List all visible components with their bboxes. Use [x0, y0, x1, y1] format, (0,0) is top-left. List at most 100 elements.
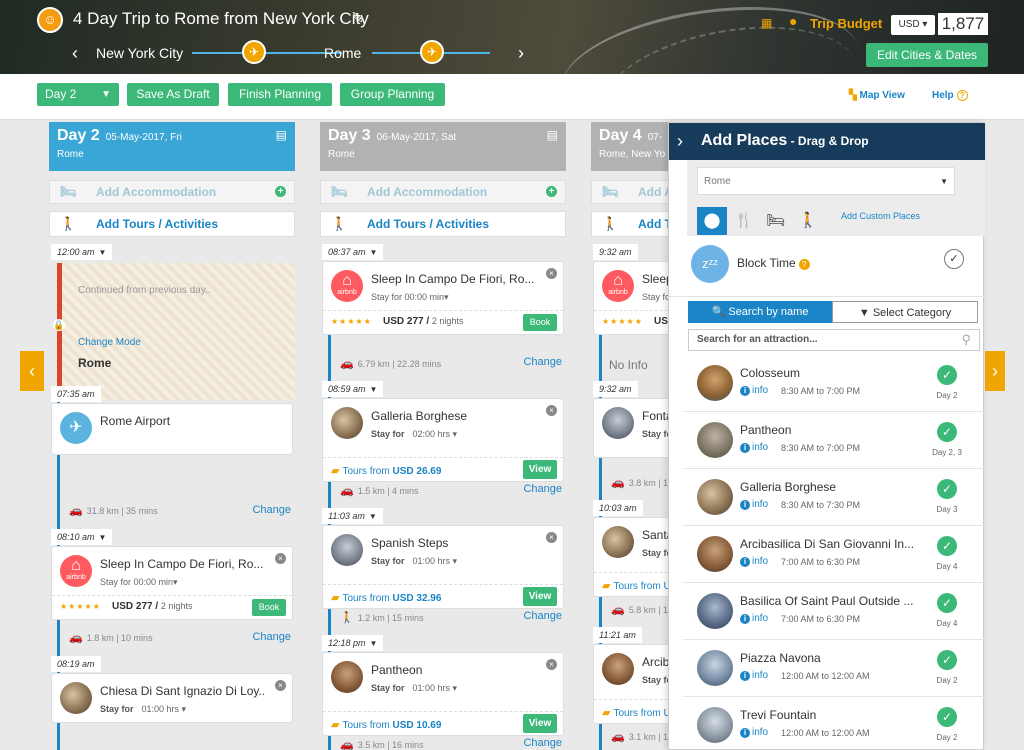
- time-tag[interactable]: 11:21 am: [593, 627, 642, 643]
- place-item[interactable]: Piazza Navona i info 12:00 AM to 12:00 AM…: [683, 640, 985, 697]
- place-item[interactable]: Galleria Borghese i info 8:30 AM to 7:30 …: [683, 469, 985, 526]
- tours-from-price[interactable]: ▰ Tours from U: [602, 579, 671, 592]
- close-icon[interactable]: ×: [546, 659, 557, 670]
- poi-card[interactable]: Galleria Borghese Stay for 02:00 hrs ▾ × …: [322, 398, 564, 482]
- tours-from-price[interactable]: ▰ Tours from USD 32.96: [331, 591, 441, 604]
- time-tag[interactable]: 08:37 am ▼: [322, 244, 384, 260]
- city-select[interactable]: Rome ▼: [697, 167, 955, 195]
- poi-card[interactable]: Chiesa Di Sant Ignazio Di Loy... Stay fo…: [51, 673, 293, 723]
- tab-attractions[interactable]: ⬤: [697, 207, 727, 235]
- edit-cities-dates-button[interactable]: Edit Cities & Dates: [866, 43, 988, 67]
- day-select[interactable]: Day 2 ▼: [37, 83, 119, 106]
- add-tours-bar[interactable]: 🚶 Add Tours / Activities: [49, 211, 295, 237]
- tours-from-price[interactable]: ▰ Tours from U: [602, 706, 671, 719]
- question-icon[interactable]: ?: [798, 259, 810, 270]
- place-item[interactable]: Basilica Of Saint Paul Outside ... i info…: [683, 583, 985, 640]
- chevron-right-icon[interactable]: ›: [518, 43, 524, 64]
- view-button[interactable]: View: [523, 587, 557, 606]
- check-icon[interactable]: ✓: [944, 249, 964, 269]
- change-transit-link[interactable]: Change: [523, 356, 562, 368]
- view-button[interactable]: View: [523, 714, 557, 733]
- pencil-icon[interactable]: ✎: [352, 10, 364, 27]
- brand-logo-icon[interactable]: ☺: [37, 7, 63, 33]
- close-icon[interactable]: ×: [546, 532, 557, 543]
- document-icon[interactable]: ▤: [276, 128, 287, 142]
- info-link[interactable]: i info: [740, 442, 768, 453]
- finish-planning-button[interactable]: Finish Planning: [228, 83, 332, 106]
- time-tag[interactable]: 08:10 am ▼: [51, 529, 113, 545]
- save-as-draft-button[interactable]: Save As Draft: [127, 83, 219, 106]
- time-tag[interactable]: 9:32 am: [593, 381, 638, 397]
- time-tag[interactable]: 9:32 am: [593, 244, 638, 260]
- poi-stay[interactable]: Stay for 01:00 hrs ▾: [371, 683, 457, 694]
- change-transit-link[interactable]: Change: [252, 631, 291, 643]
- poi-card[interactable]: Pantheon Stay for 01:00 hrs ▾ × ▰ Tours fr…: [322, 652, 564, 736]
- add-accommodation-bar[interactable]: 🛏 Add Accommodation +: [320, 180, 566, 204]
- tours-from-price[interactable]: ▰ Tours from USD 26.69: [331, 464, 441, 477]
- check-icon[interactable]: ✓: [937, 593, 957, 613]
- plus-icon[interactable]: +: [546, 186, 557, 197]
- block-time-row[interactable]: zᶻᶻ Block Time? ✓: [669, 235, 985, 297]
- time-tag[interactable]: 10:03 am: [593, 500, 643, 516]
- info-link[interactable]: i info: [740, 385, 768, 396]
- hotel-card[interactable]: airbnb Sleep In Campo De Fiori, Ro... St…: [322, 261, 564, 335]
- book-button[interactable]: Book: [252, 599, 286, 616]
- day-header[interactable]: Day 2 05-May-2017, Fri Rome ▤: [49, 122, 295, 171]
- scroll-left-button[interactable]: ‹: [20, 351, 44, 391]
- info-link[interactable]: i info: [740, 613, 768, 624]
- place-item[interactable]: Colosseum i info 8:30 AM to 7:00 PM ✓ Day…: [683, 355, 985, 412]
- info-link[interactable]: i info: [740, 727, 768, 738]
- tab-restaurants[interactable]: 🍴: [729, 207, 759, 235]
- group-planning-button[interactable]: Group Planning: [340, 83, 445, 106]
- poi-stay[interactable]: Stay for 01:00 hrs ▾: [371, 556, 457, 567]
- change-mode-link[interactable]: Change Mode: [78, 337, 141, 348]
- scroll-right-button[interactable]: ›: [985, 351, 1005, 391]
- close-icon[interactable]: ×: [275, 553, 286, 564]
- attraction-search-input[interactable]: Search for an attraction... ⚲: [688, 329, 980, 351]
- change-transit-link[interactable]: Change: [523, 610, 562, 622]
- time-tag[interactable]: 12:18 pm ▼: [322, 635, 384, 651]
- collapse-chevron-icon[interactable]: ›: [677, 131, 683, 152]
- book-button[interactable]: Book: [523, 314, 557, 331]
- close-icon[interactable]: ×: [275, 680, 286, 691]
- change-transit-link[interactable]: Change: [252, 504, 291, 516]
- day-header[interactable]: Day 3 06-May-2017, Sat Rome ▤: [320, 122, 566, 171]
- airplane-icon[interactable]: ✈: [242, 40, 266, 64]
- check-icon[interactable]: ✓: [937, 536, 957, 556]
- close-icon[interactable]: ×: [546, 268, 557, 279]
- change-transit-link[interactable]: Change: [523, 483, 562, 495]
- time-tag[interactable]: 11:03 am ▼: [322, 508, 383, 524]
- add-tours-bar[interactable]: 🚶 Add Tours / Activities: [320, 211, 566, 237]
- search-by-name-tab[interactable]: 🔍 Search by name: [688, 301, 832, 323]
- view-button[interactable]: View: [523, 460, 557, 479]
- trip-budget-label[interactable]: Trip Budget: [810, 16, 882, 31]
- currency-select[interactable]: USD ▾: [891, 15, 935, 35]
- info-link[interactable]: i info: [740, 556, 768, 567]
- add-accommodation-bar[interactable]: 🛏 Add Accommodation +: [49, 180, 295, 204]
- info-link[interactable]: i info: [740, 499, 768, 510]
- select-category-tab[interactable]: ▼ Select Category: [832, 301, 978, 323]
- airplane-icon[interactable]: ✈: [420, 40, 444, 64]
- hotel-card[interactable]: airbnb Sleep In Campo De Fiori, Ro... St…: [51, 546, 293, 620]
- change-transit-link[interactable]: Change: [523, 737, 562, 749]
- place-item[interactable]: Trevi Fountain i info 12:00 AM to 12:00 A…: [683, 697, 985, 750]
- document-icon[interactable]: ▤: [547, 128, 558, 142]
- poi-stay[interactable]: Stay for 01:00 hrs ▾: [100, 704, 186, 715]
- tab-hotels[interactable]: 🛏: [761, 207, 791, 235]
- check-icon[interactable]: ✓: [937, 422, 957, 442]
- tours-from-price[interactable]: ▰ Tours from USD 10.69: [331, 718, 441, 731]
- time-tag[interactable]: 08:19 am: [51, 656, 101, 672]
- airport-card[interactable]: ✈ Rome Airport: [51, 403, 293, 455]
- help-link[interactable]: Help?: [932, 90, 968, 101]
- time-tag[interactable]: 08:59 am ▼: [322, 381, 384, 397]
- tab-activities[interactable]: 🚶: [793, 207, 823, 235]
- check-icon[interactable]: ✓: [937, 707, 957, 727]
- add-custom-places-link[interactable]: Add Custom Places: [841, 211, 920, 221]
- poi-stay[interactable]: Stay for 02:00 hrs ▾: [371, 429, 457, 440]
- chevron-left-icon[interactable]: ‹: [72, 43, 78, 64]
- check-icon[interactable]: ✓: [937, 365, 957, 385]
- hotel-stay[interactable]: Stay for 00:00 min▾: [371, 292, 449, 303]
- plus-icon[interactable]: +: [275, 186, 286, 197]
- time-tag[interactable]: 07:35 am: [51, 386, 101, 402]
- check-icon[interactable]: ✓: [937, 479, 957, 499]
